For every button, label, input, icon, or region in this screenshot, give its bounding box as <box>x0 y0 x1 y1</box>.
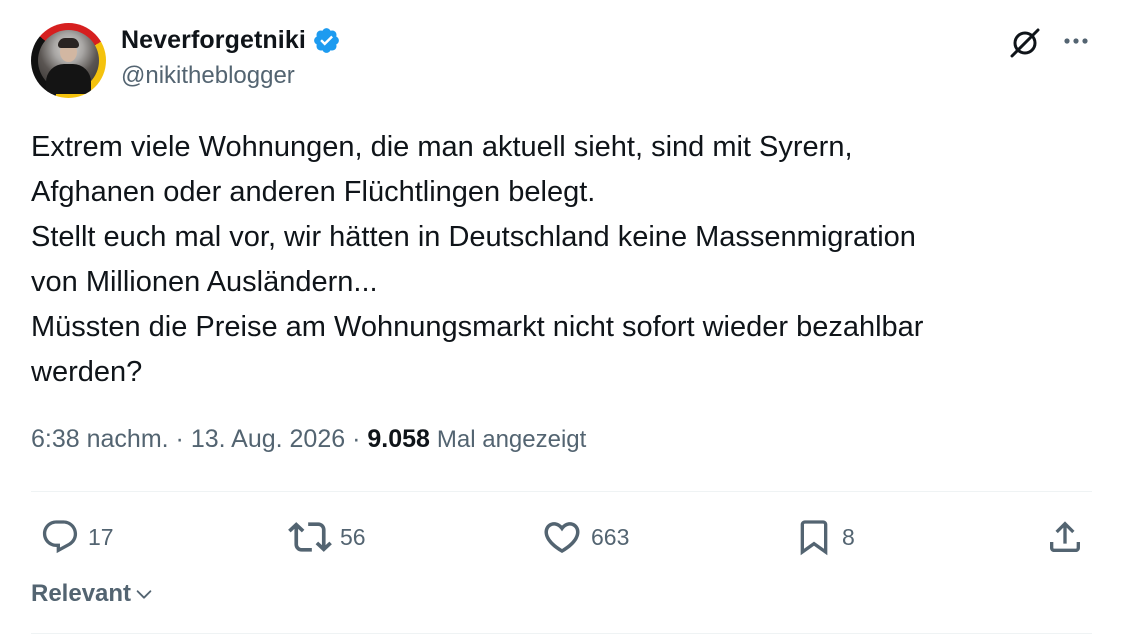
grok-icon[interactable] <box>1008 26 1042 60</box>
like-count: 663 <box>591 523 630 550</box>
repost-button[interactable]: 56 <box>288 517 366 557</box>
views-count: 9.058 <box>367 425 430 453</box>
avatar-hair <box>58 38 79 48</box>
reply-count: 17 <box>88 523 114 550</box>
reply-button[interactable]: 17 <box>40 517 114 557</box>
share-button[interactable] <box>1045 517 1085 557</box>
bookmark-count: 8 <box>842 523 855 550</box>
avatar[interactable] <box>31 23 106 98</box>
views-label: Mal angezeigt <box>436 426 587 453</box>
tweet-time[interactable]: 6:38 nachm. <box>31 425 169 453</box>
avatar-photo <box>38 30 99 94</box>
repost-count: 56 <box>340 523 366 550</box>
divider <box>31 633 1092 634</box>
avatar-body <box>46 64 91 94</box>
like-button[interactable]: 663 <box>541 517 629 557</box>
more-icon[interactable] <box>1060 30 1092 52</box>
sort-label: Relevant <box>31 580 132 607</box>
verified-badge-icon[interactable] <box>312 26 341 55</box>
tweet-text: Extrem viele Wohnungen, die man aktuell … <box>31 125 1091 395</box>
tweet-meta: 6:38 nachm. · 13. Aug. 2026 · 9.058 Mal … <box>31 425 586 454</box>
tweet-text-line: Afghanen oder anderen Flüchtlingen beleg… <box>31 176 596 208</box>
author-name-row: Neverforgetniki <box>121 26 341 55</box>
sort-replies-dropdown[interactable]: Relevant <box>31 580 155 608</box>
tweet-text-line: Stellt euch mal vor, wir hätten in Deuts… <box>31 221 916 253</box>
tweet-text-line: Müssten die Preise am Wohnungsmarkt nich… <box>31 311 924 343</box>
tweet-date[interactable]: 13. Aug. 2026 <box>191 425 345 453</box>
repost-icon <box>288 522 332 552</box>
author-handle[interactable]: @nikitheblogger <box>121 62 295 90</box>
bookmark-icon <box>800 520 828 556</box>
bookmark-button[interactable]: 8 <box>794 517 855 557</box>
tweet-text-line: werden? <box>31 356 143 388</box>
tweet-text-line: Extrem viele Wohnungen, die man aktuell … <box>31 131 853 163</box>
reply-icon <box>42 520 78 554</box>
divider <box>31 491 1092 492</box>
like-icon <box>544 522 580 554</box>
meta-separator: · <box>175 425 184 453</box>
display-name[interactable]: Neverforgetniki <box>121 26 306 55</box>
share-icon <box>1050 521 1080 552</box>
chevron-down-icon <box>136 590 152 599</box>
meta-separator: · <box>352 425 361 453</box>
tweet-text-line: von Millionen Ausländern... <box>31 266 378 298</box>
